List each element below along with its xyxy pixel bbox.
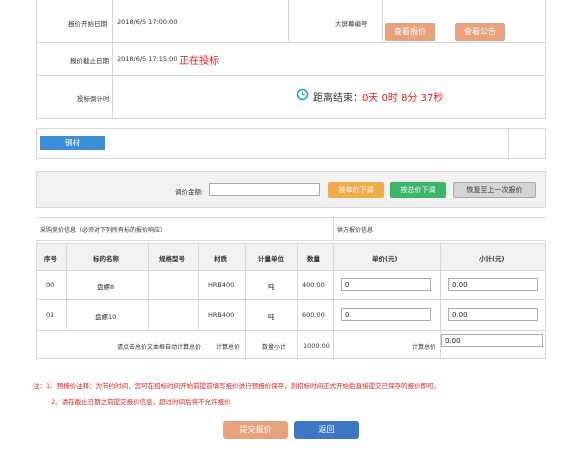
- row-unit: 吨: [268, 313, 275, 321]
- end-date-label: 报价截止日期: [70, 57, 109, 65]
- row-no: 01: [46, 311, 55, 319]
- view-quote-button[interactable]: 查看报价: [385, 23, 435, 41]
- total-label-2: 计算总价: [412, 344, 437, 351]
- row-qty: 600.00: [302, 311, 325, 319]
- adjust-amount-label: 调价金额:: [175, 188, 204, 196]
- qty-subtotal-value: 1000.00: [303, 342, 330, 350]
- subtotal-input[interactable]: [448, 278, 538, 291]
- countdown-prefix: 距离结束：: [313, 93, 363, 104]
- auto-total-note: 请点击总价文本框自动计算总价: [117, 344, 202, 351]
- row-material: HRB400: [208, 311, 235, 319]
- row-unit: 吨: [268, 283, 275, 291]
- col-header-spec: 规格型号: [159, 255, 185, 263]
- countdown-label: 投标倒计时: [77, 95, 110, 103]
- row-no: 00: [46, 281, 55, 289]
- screen-number-label: 大屏幕编号: [335, 20, 368, 28]
- total-price-input[interactable]: [441, 334, 543, 347]
- note-line-2: 2、请在截止日期之前提交报价信息，超过时间后将不允许报价: [51, 398, 231, 406]
- col-header-unit: 计量单位: [258, 255, 284, 263]
- restore-last-quote-button[interactable]: 恢复至上一次报价: [453, 182, 536, 198]
- col-header-subtotal: 小计(元): [479, 255, 505, 263]
- row-material: HRB400: [208, 281, 235, 289]
- clock-icon: [296, 88, 309, 103]
- adjust-by-unit-button[interactable]: 按单价下调: [328, 182, 384, 198]
- row-qty: 400.00: [302, 281, 325, 289]
- qty-subtotal-label: 数量小计: [262, 344, 287, 351]
- start-date-label: 报价开始日期: [68, 20, 107, 28]
- note-line-1: 注：1、预报价注释：为节约时间，您可在招标时间开始前提前填写报价进行预报价保存，…: [33, 382, 441, 390]
- row-name: 盘螺10: [95, 313, 117, 321]
- subtotal-input[interactable]: [448, 308, 538, 321]
- col-header-name: 标的名称: [93, 255, 119, 263]
- buyer-info-title: 采购竞价信息（必须对下列所有标的报价响应）: [40, 227, 167, 234]
- unit-price-input[interactable]: [341, 278, 431, 291]
- countdown-value: 0天 0时 8分 37秒: [362, 93, 444, 104]
- back-button[interactable]: 返回: [294, 421, 359, 439]
- view-notice-button[interactable]: 查看公告: [455, 23, 505, 41]
- submit-quote-button[interactable]: 提交报价: [223, 421, 288, 439]
- unit-price-input[interactable]: [341, 308, 431, 321]
- col-header-material: 材质: [214, 255, 227, 263]
- col-header-unit-price: 单价(元): [372, 255, 398, 263]
- adjust-by-total-button[interactable]: 按总价下调: [390, 182, 446, 198]
- col-header-qty: 数量: [307, 255, 320, 263]
- bidding-status: 正在投标: [179, 56, 219, 67]
- start-date-value: 2018/6/5 17:00:00: [117, 18, 178, 26]
- end-date-value: 2018/6/5 17:15:00: [117, 55, 178, 63]
- supplier-info-title: 供方报价信息: [337, 227, 374, 234]
- row-name: 盘螺8: [97, 283, 115, 291]
- adjust-amount-input[interactable]: [209, 183, 320, 196]
- total-label-1: 计算总价: [216, 344, 241, 351]
- tab-steel[interactable]: 钢材: [40, 136, 105, 150]
- col-header-no: 序号: [44, 255, 57, 263]
